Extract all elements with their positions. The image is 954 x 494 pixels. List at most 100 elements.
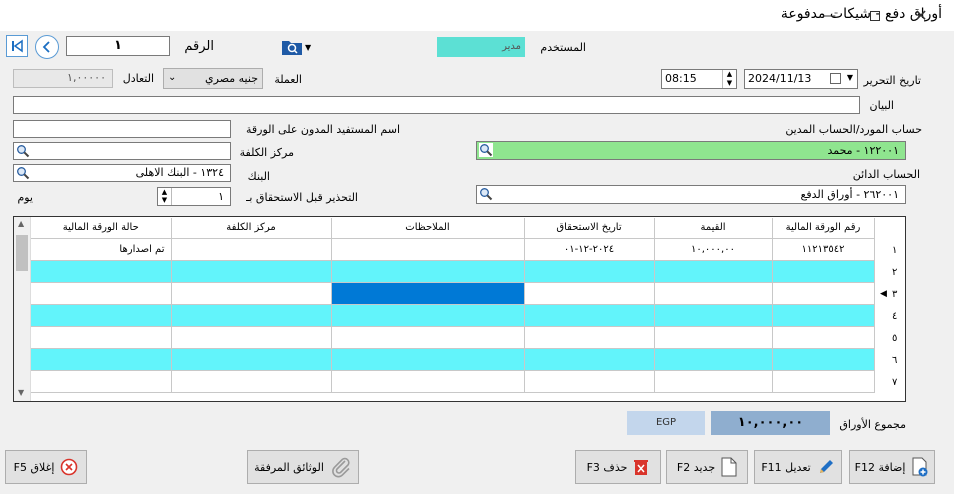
table-cell[interactable] bbox=[331, 304, 525, 327]
table-cell[interactable] bbox=[772, 304, 875, 327]
table-cell[interactable] bbox=[171, 282, 332, 305]
table-cell[interactable] bbox=[171, 348, 332, 371]
table-cell[interactable] bbox=[772, 348, 875, 371]
bank-field[interactable]: ١٣٢٤ - البنك الاهلى bbox=[13, 164, 231, 182]
table-cell[interactable] bbox=[331, 348, 525, 371]
table-cell[interactable] bbox=[31, 326, 172, 349]
table-cell[interactable] bbox=[654, 260, 773, 283]
table-cell[interactable] bbox=[654, 282, 773, 305]
time-spinner[interactable]: ▲ ▼ bbox=[722, 70, 736, 88]
currency-select[interactable]: ⌄ جنيه مصري bbox=[163, 68, 263, 89]
table-cell[interactable]: ١١٢١٣٥٤٢ bbox=[772, 238, 875, 261]
grid-scrollbar[interactable]: ▲ ▼ bbox=[14, 217, 31, 401]
column-header[interactable]: تاريخ الاستحقاق bbox=[524, 218, 655, 239]
first-record-button[interactable] bbox=[6, 35, 28, 57]
table-cell[interactable] bbox=[654, 348, 773, 371]
attachments-button[interactable]: الوثائق المرفقة bbox=[247, 450, 359, 484]
table-row[interactable] bbox=[31, 370, 875, 393]
column-header[interactable]: مركز الكلفة bbox=[171, 218, 332, 239]
table-cell[interactable] bbox=[31, 304, 172, 327]
table-row[interactable] bbox=[31, 348, 875, 371]
warn-days-field[interactable]: ▲ ▼ ١ bbox=[157, 187, 231, 206]
time-field[interactable]: 08:15 ▲ ▼ bbox=[661, 69, 737, 89]
supplier-label: حساب المورد/الحساب المدين bbox=[785, 123, 922, 136]
credit-account-field[interactable]: ٢٦٢٠٠١ - أوراق الدفع bbox=[476, 185, 906, 204]
table-cell[interactable]: ٢٠٢٤-١٢-٠١ bbox=[524, 238, 655, 261]
papers-table[interactable]: رقم الورقة المالية القيمة تاريخ الاستحقا… bbox=[31, 218, 875, 393]
table-cell[interactable] bbox=[524, 304, 655, 327]
table-cell[interactable] bbox=[31, 348, 172, 371]
cost-center-field[interactable] bbox=[13, 142, 231, 160]
close-label: إغلاق F5 bbox=[13, 460, 55, 474]
edit-button[interactable]: تعديل F11 bbox=[754, 450, 842, 484]
table-row[interactable] bbox=[31, 282, 875, 305]
warn-spinner[interactable]: ▲ ▼ bbox=[158, 188, 172, 205]
table-cell[interactable]: تم اصدارها bbox=[31, 238, 172, 261]
totals-value: ١٠,٠٠٠,٠٠ bbox=[711, 411, 830, 435]
date-value: 2024/11/13 bbox=[748, 72, 812, 85]
search-icon[interactable] bbox=[16, 166, 30, 180]
table-cell[interactable] bbox=[171, 370, 332, 393]
close-button[interactable]: إغلاق F5 bbox=[5, 450, 87, 484]
table-cell[interactable] bbox=[772, 282, 875, 305]
search-icon[interactable] bbox=[479, 187, 493, 201]
rate-field: ١,٠٠٠٠٠ bbox=[13, 69, 113, 88]
selected-cell[interactable] bbox=[331, 282, 525, 305]
table-cell[interactable] bbox=[654, 304, 773, 327]
table-cell[interactable] bbox=[331, 326, 525, 349]
maximize-button[interactable] bbox=[852, 0, 898, 31]
table-cell[interactable] bbox=[331, 370, 525, 393]
table-cell[interactable]: ١٠,٠٠٠,٠٠ bbox=[654, 238, 773, 261]
table-cell[interactable] bbox=[31, 282, 172, 305]
date-field[interactable]: 2024/11/13 ▼ bbox=[744, 69, 858, 89]
table-cell[interactable] bbox=[331, 260, 525, 283]
table-cell[interactable] bbox=[524, 326, 655, 349]
chevron-down-icon: ⌄ bbox=[168, 72, 177, 83]
scroll-thumb[interactable] bbox=[16, 235, 28, 271]
close-window-button[interactable]: ✕ bbox=[898, 0, 944, 31]
current-row-icon: ◀ bbox=[880, 289, 887, 299]
add-button[interactable]: إضافة F12 bbox=[849, 450, 935, 484]
table-cell[interactable] bbox=[331, 238, 525, 261]
table-row[interactable] bbox=[31, 326, 875, 349]
table-cell[interactable] bbox=[31, 370, 172, 393]
supplier-value: ١٢٢٠٠١ - محمد bbox=[827, 144, 899, 157]
supplier-field[interactable]: ١٢٢٠٠١ - محمد bbox=[476, 141, 906, 160]
scroll-down-icon[interactable]: ▼ bbox=[18, 388, 24, 397]
new-button[interactable]: جديد F2 bbox=[666, 450, 748, 484]
scroll-up-icon[interactable]: ▲ bbox=[18, 219, 24, 228]
previous-record-button[interactable] bbox=[35, 35, 59, 59]
column-header[interactable]: الملاحظات bbox=[331, 218, 525, 239]
table-cell[interactable] bbox=[772, 326, 875, 349]
dropdown-arrow-icon[interactable]: ▼ bbox=[847, 73, 853, 82]
table-cell[interactable] bbox=[772, 260, 875, 283]
column-header[interactable]: القيمة bbox=[654, 218, 773, 239]
minimize-button[interactable]: — bbox=[806, 0, 852, 31]
number-field[interactable]: ١ bbox=[66, 36, 170, 56]
column-header[interactable]: حالة الورقة المالية bbox=[31, 218, 172, 239]
table-cell[interactable] bbox=[171, 260, 332, 283]
table-cell[interactable] bbox=[524, 260, 655, 283]
column-header[interactable]: رقم الورقة المالية bbox=[772, 218, 875, 239]
table-cell[interactable] bbox=[524, 282, 655, 305]
calendar-icon[interactable] bbox=[830, 73, 841, 84]
table-cell[interactable] bbox=[171, 238, 332, 261]
table-row[interactable]: ١١٢١٣٥٤٢ ١٠,٠٠٠,٠٠ ٢٠٢٤-١٢-٠١ تم اصدارها bbox=[31, 238, 875, 261]
search-icon[interactable] bbox=[479, 143, 493, 157]
delete-button[interactable]: حذف F3 bbox=[575, 450, 661, 484]
table-cell[interactable] bbox=[31, 260, 172, 283]
table-cell[interactable] bbox=[654, 326, 773, 349]
table-row[interactable] bbox=[31, 304, 875, 327]
table-cell[interactable] bbox=[654, 370, 773, 393]
table-cell[interactable] bbox=[524, 348, 655, 371]
table-cell[interactable] bbox=[171, 326, 332, 349]
bank-label: البنك bbox=[247, 170, 270, 183]
table-row[interactable] bbox=[31, 260, 875, 283]
table-cell[interactable] bbox=[524, 370, 655, 393]
search-icon[interactable] bbox=[16, 144, 30, 158]
table-cell[interactable] bbox=[171, 304, 332, 327]
statement-input[interactable] bbox=[13, 96, 860, 114]
table-cell[interactable] bbox=[772, 370, 875, 393]
search-records-button[interactable]: ▼ bbox=[281, 36, 317, 58]
beneficiary-input[interactable] bbox=[13, 120, 231, 138]
